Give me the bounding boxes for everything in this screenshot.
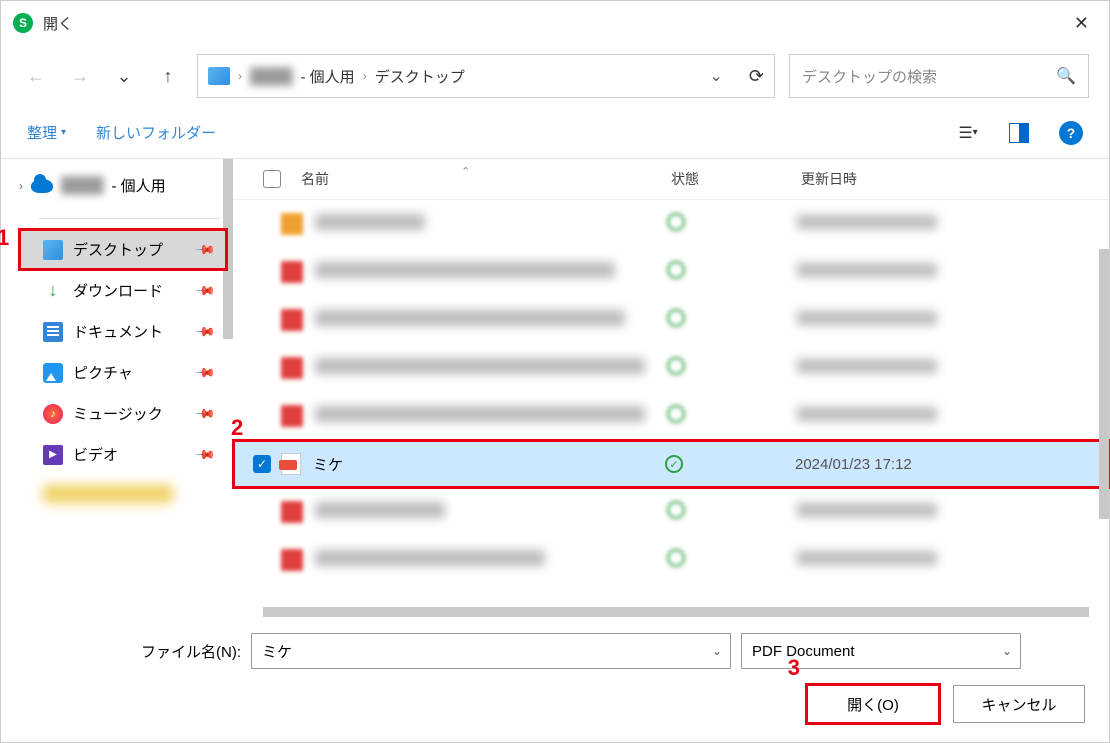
chevron-right-icon: › — [363, 69, 367, 83]
pin-icon: 📌 — [194, 361, 217, 384]
annotation-marker-2: 2 — [231, 415, 243, 441]
sidebar-item-label: ミュージック — [73, 403, 163, 424]
sort-indicator-icon: ⌃ — [461, 165, 470, 178]
cancel-button[interactable]: キャンセル — [953, 685, 1085, 723]
file-list: 2 名前⌃ 状態 更新日時 ✓ ミケ ✓ 2024/01/23 17:12 — [233, 159, 1109, 617]
chevron-down-icon: ▾ — [61, 127, 66, 138]
file-row-selected[interactable]: ✓ ミケ ✓ 2024/01/23 17:12 — [233, 440, 1109, 488]
pin-icon: 📌 — [194, 443, 217, 466]
filelist-hscrollbar[interactable] — [263, 607, 1089, 617]
footer: 3 ファイル名(N): ミケ ⌄ PDF Document ⌄ 開く(O) キャ… — [1, 617, 1109, 739]
back-button[interactable]: ← — [21, 61, 51, 91]
organize-menu[interactable]: 整理 ▾ — [27, 122, 66, 143]
sidebar-item-label: ビデオ — [73, 444, 118, 465]
filetype-filter[interactable]: PDF Document ⌄ — [741, 633, 1021, 669]
annotation-marker-1: 1 — [0, 225, 9, 251]
new-folder-button[interactable]: 新しいフォルダー — [96, 122, 216, 143]
sidebar-item-videos[interactable]: ▶ ビデオ 📌 — [19, 434, 227, 475]
file-modified: 2024/01/23 17:12 — [795, 456, 912, 473]
sidebar-item-label: ピクチャ — [73, 362, 133, 383]
video-icon: ▶ — [43, 445, 63, 465]
main-area: 1 › ████ - 個人用 デスクトップ 📌 ↓ ダウンロード 📌 ドキュメン… — [1, 159, 1109, 617]
recent-dropdown-icon[interactable]: ⌄ — [109, 61, 139, 91]
pin-icon: 📌 — [194, 320, 217, 343]
synced-icon: ✓ — [665, 455, 683, 473]
nav-bar: ← → ⌄ ↑ › ████ - 個人用 › デスクトップ ⌄ ⟳ デスクトップ… — [1, 45, 1109, 107]
breadcrumb[interactable]: › ████ - 個人用 › デスクトップ ⌄ ⟳ — [197, 54, 775, 98]
file-name: ミケ — [313, 454, 665, 475]
file-state: ✓ — [665, 455, 795, 474]
file-row[interactable] — [233, 344, 1109, 392]
file-row[interactable] — [233, 488, 1109, 536]
file-list-header: 名前⌃ 状態 更新日時 — [233, 159, 1109, 200]
file-row[interactable] — [233, 200, 1109, 248]
sidebar-item-redacted[interactable] — [43, 485, 173, 503]
sidebar-item-downloads[interactable]: ↓ ダウンロード 📌 — [19, 270, 227, 311]
column-state[interactable]: 状態 — [671, 169, 801, 189]
open-button[interactable]: 開く(O) — [807, 685, 939, 723]
select-all-checkbox[interactable] — [263, 170, 281, 188]
title-bar: S 開く ✕ — [1, 1, 1109, 45]
row-checkbox[interactable]: ✓ — [253, 455, 271, 473]
filename-label: ファイル名(N): — [141, 641, 241, 662]
up-button[interactable]: ↑ — [153, 61, 183, 91]
desktop-icon — [43, 240, 63, 260]
sidebar-item-label: ダウンロード — [73, 280, 163, 301]
search-placeholder: デスクトップの検索 — [802, 66, 1048, 87]
divider — [39, 218, 219, 219]
breadcrumb-location[interactable]: デスクトップ — [375, 66, 465, 87]
sidebar-item-documents[interactable]: ドキュメント 📌 — [19, 311, 227, 352]
filelist-scrollbar[interactable] — [1099, 249, 1109, 519]
refresh-icon[interactable]: ⟳ — [749, 66, 764, 87]
tree-root-user: ████ — [61, 177, 104, 194]
preview-pane-icon[interactable] — [1009, 123, 1029, 143]
column-name[interactable]: 名前⌃ — [301, 169, 671, 189]
chevron-right-icon: › — [238, 69, 242, 83]
chevron-down-icon[interactable]: ⌄ — [710, 66, 723, 86]
window-title: 開く — [43, 13, 1066, 34]
view-mode-icon[interactable]: ☰ ▾ — [957, 122, 979, 144]
forward-button[interactable]: → — [65, 61, 95, 91]
column-modified[interactable]: 更新日時 — [801, 169, 857, 189]
search-icon: 🔍 — [1056, 66, 1076, 86]
pdf-icon — [281, 453, 301, 475]
chevron-right-icon[interactable]: › — [19, 179, 23, 193]
search-input[interactable]: デスクトップの検索 🔍 — [789, 54, 1089, 98]
help-icon[interactable]: ? — [1059, 121, 1083, 145]
download-icon: ↓ — [43, 281, 63, 301]
sidebar-item-pictures[interactable]: ピクチャ 📌 — [19, 352, 227, 393]
pictures-icon — [43, 363, 63, 383]
sidebar-item-music[interactable]: ♪ ミュージック 📌 — [19, 393, 227, 434]
chevron-down-icon[interactable]: ⌄ — [1002, 644, 1012, 658]
pin-icon: 📌 — [194, 402, 217, 425]
folder-icon — [208, 67, 230, 85]
file-row[interactable] — [233, 296, 1109, 344]
close-icon[interactable]: ✕ — [1066, 9, 1097, 38]
sidebar: 1 › ████ - 個人用 デスクトップ 📌 ↓ ダウンロード 📌 ドキュメン… — [1, 159, 233, 617]
file-row[interactable] — [233, 536, 1109, 584]
breadcrumb-user[interactable]: ████ — [250, 68, 293, 85]
document-icon — [43, 322, 63, 342]
chevron-down-icon[interactable]: ⌄ — [712, 644, 722, 658]
file-row[interactable] — [233, 392, 1109, 440]
tree-root-onedrive[interactable]: › ████ - 個人用 — [19, 171, 227, 200]
pin-icon: 📌 — [194, 279, 217, 302]
sidebar-item-label: ドキュメント — [73, 321, 163, 342]
file-row[interactable] — [233, 248, 1109, 296]
music-icon: ♪ — [43, 404, 63, 424]
pin-icon: 📌 — [194, 238, 217, 261]
sidebar-item-desktop[interactable]: デスクトップ 📌 — [19, 229, 227, 270]
breadcrumb-personal[interactable]: - 個人用 — [301, 66, 355, 87]
app-icon: S — [13, 13, 33, 33]
sidebar-item-label: デスクトップ — [73, 239, 163, 260]
toolbar: 整理 ▾ 新しいフォルダー ☰ ▾ ? — [1, 107, 1109, 159]
filename-input[interactable]: ミケ ⌄ — [251, 633, 731, 669]
cloud-icon — [31, 179, 53, 193]
annotation-marker-3: 3 — [788, 655, 800, 681]
tree-root-suffix: - 個人用 — [112, 175, 166, 196]
